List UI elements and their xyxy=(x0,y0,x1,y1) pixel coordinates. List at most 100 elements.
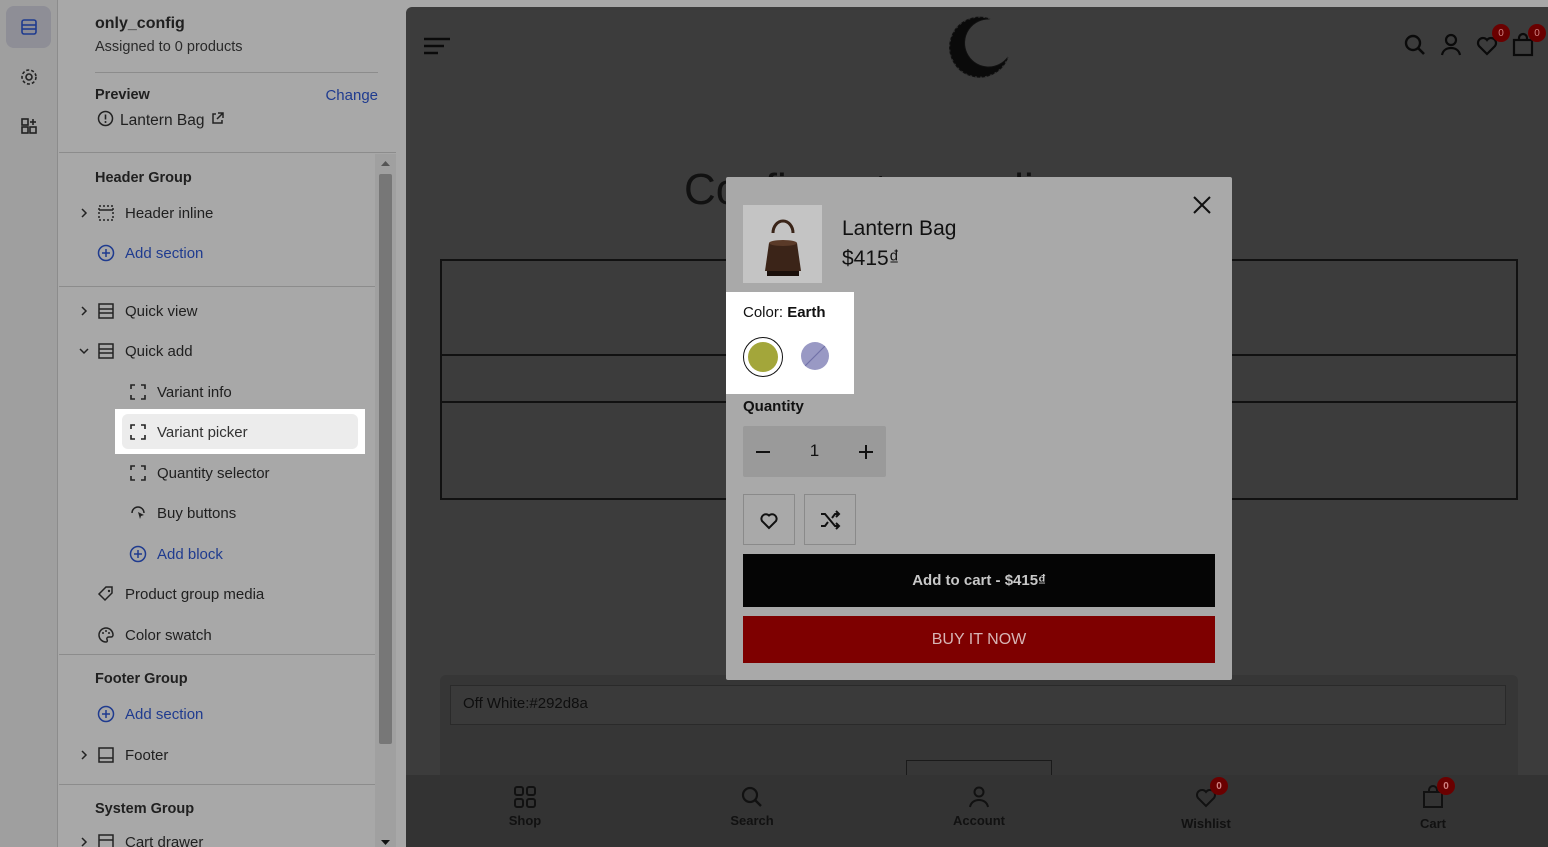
block-icon xyxy=(130,465,146,481)
block-variant-info[interactable]: Variant info xyxy=(129,375,232,409)
nav-cart[interactable]: 0 Cart xyxy=(1373,777,1493,831)
color-option-label: Color: Earth xyxy=(743,304,826,321)
block-variant-picker[interactable]: Variant picker xyxy=(129,415,248,449)
add-section-header-button[interactable]: Add section xyxy=(97,236,203,270)
nav-label: Account xyxy=(953,813,1005,828)
tag-icon xyxy=(97,586,113,602)
wishlist-count-badge: 0 xyxy=(1492,24,1510,42)
grid-icon xyxy=(514,786,536,808)
swatch-lavender-unavailable[interactable] xyxy=(801,342,829,370)
plus-circle-icon xyxy=(97,244,115,262)
apps-icon[interactable] xyxy=(6,105,51,147)
minus-icon xyxy=(756,450,770,453)
config-header: only_config Assigned to 0 products Previ… xyxy=(59,0,396,153)
info-icon xyxy=(97,110,114,132)
chevron-down-icon[interactable] xyxy=(79,346,89,356)
sections-icon[interactable] xyxy=(6,6,51,48)
product-thumbnail xyxy=(743,205,822,283)
section-label: Quick view xyxy=(125,302,198,320)
section-color-swatch[interactable]: Color swatch xyxy=(97,618,212,652)
add-block-label: Add block xyxy=(157,545,223,563)
divider xyxy=(95,72,378,73)
cart-bag-icon[interactable]: 0 xyxy=(1510,24,1546,63)
nav-search[interactable]: Search xyxy=(692,785,812,828)
shuffle-icon xyxy=(821,509,841,530)
block-label: Buy buttons xyxy=(157,504,237,522)
system-group-title: System Group xyxy=(95,801,195,817)
change-preview-link[interactable]: Change xyxy=(325,87,378,104)
chevron-right-icon[interactable] xyxy=(79,208,89,218)
swatch-textarea[interactable]: Off White:#292d8a xyxy=(450,685,1506,725)
plus-circle-icon xyxy=(97,705,115,723)
account-icon xyxy=(969,786,989,808)
panel-scrollbar[interactable] xyxy=(375,154,396,847)
wishlist-heart-icon[interactable]: 0 xyxy=(1474,24,1510,63)
add-section-label: Add section xyxy=(125,244,204,262)
add-to-cart-button[interactable]: Add to cart - $415₫ xyxy=(743,554,1215,607)
block-quantity-selector[interactable]: Quantity selector xyxy=(129,456,270,490)
block-buy-buttons[interactable]: Buy buttons xyxy=(129,496,236,530)
add-block-button[interactable]: Add block xyxy=(129,537,223,571)
plus-icon xyxy=(859,444,873,459)
quantity-label: Quantity xyxy=(743,398,804,415)
crescent-moon-logo[interactable] xyxy=(944,13,1014,88)
bottom-navigation: Shop Search Account 0 Wishlist 0 Cart xyxy=(406,775,1548,847)
icon-rail xyxy=(0,0,58,847)
section-label: Footer xyxy=(125,746,169,764)
decrease-quantity-button[interactable] xyxy=(743,426,783,477)
preview-product-name: Lantern Bag xyxy=(120,112,205,129)
section-footer[interactable]: Footer xyxy=(79,738,168,772)
section-label: Header inline xyxy=(125,204,214,222)
cursor-click-icon xyxy=(131,506,145,519)
account-icon[interactable] xyxy=(1438,32,1464,63)
nav-shop[interactable]: Shop xyxy=(465,785,585,828)
chevron-right-icon[interactable] xyxy=(79,306,89,316)
chevron-right-icon[interactable] xyxy=(79,750,89,760)
menu-hamburger-icon[interactable] xyxy=(424,37,450,60)
section-label: Color swatch xyxy=(125,626,212,644)
scrollbar-thumb[interactable] xyxy=(379,174,392,744)
compare-button[interactable] xyxy=(804,494,856,545)
quantity-stepper: 1 xyxy=(743,426,886,477)
scroll-up-icon[interactable] xyxy=(380,159,391,167)
palette-icon xyxy=(98,627,114,643)
section-icon xyxy=(98,747,114,763)
section-label: Quick add xyxy=(125,342,193,360)
cart-count-badge: 0 xyxy=(1528,24,1546,42)
search-icon[interactable] xyxy=(1402,32,1428,63)
scroll-down-icon[interactable] xyxy=(380,839,391,847)
preview-label: Preview xyxy=(95,87,150,103)
section-header-inline[interactable]: Header inline xyxy=(79,196,213,230)
nav-wishlist[interactable]: 0 Wishlist xyxy=(1146,777,1266,831)
close-icon[interactable] xyxy=(1192,195,1212,220)
settings-gear-icon[interactable] xyxy=(6,56,51,98)
add-section-footer-button[interactable]: Add section xyxy=(97,697,203,731)
section-quick-view[interactable]: Quick view xyxy=(79,294,198,328)
section-quick-add[interactable]: Quick add xyxy=(79,334,193,368)
section-cart-drawer[interactable]: Cart drawer xyxy=(79,825,203,847)
block-label: Variant info xyxy=(157,383,232,401)
swatch-earth[interactable] xyxy=(743,337,783,377)
color-label: Color: xyxy=(743,304,784,321)
selected-color-value: Earth xyxy=(787,304,826,321)
chevron-right-icon[interactable] xyxy=(79,837,89,847)
header-group-title: Header Group xyxy=(95,170,192,186)
search-icon xyxy=(741,786,762,807)
nav-account[interactable]: Account xyxy=(919,785,1039,828)
nav-label: Wishlist xyxy=(1181,816,1231,831)
external-link-icon[interactable] xyxy=(210,111,225,131)
buy-it-now-button[interactable]: BUY IT NOW xyxy=(743,616,1215,663)
footer-group-title: Footer Group xyxy=(95,671,188,687)
preview-product[interactable]: Lantern Bag xyxy=(97,110,225,132)
add-to-wishlist-button[interactable] xyxy=(743,494,795,545)
section-label: Product group media xyxy=(125,585,265,603)
section-tree: Header Group Header inline Add section Q… xyxy=(59,154,375,847)
section-icon xyxy=(98,303,114,319)
section-product-group-media[interactable]: Product group media xyxy=(97,577,264,611)
heart-icon xyxy=(760,512,778,529)
increase-quantity-button[interactable] xyxy=(846,426,886,477)
divider xyxy=(59,784,375,785)
quantity-input[interactable]: 1 xyxy=(798,441,831,461)
product-price: $415₫ xyxy=(842,247,900,270)
section-label: Cart drawer xyxy=(125,833,204,847)
